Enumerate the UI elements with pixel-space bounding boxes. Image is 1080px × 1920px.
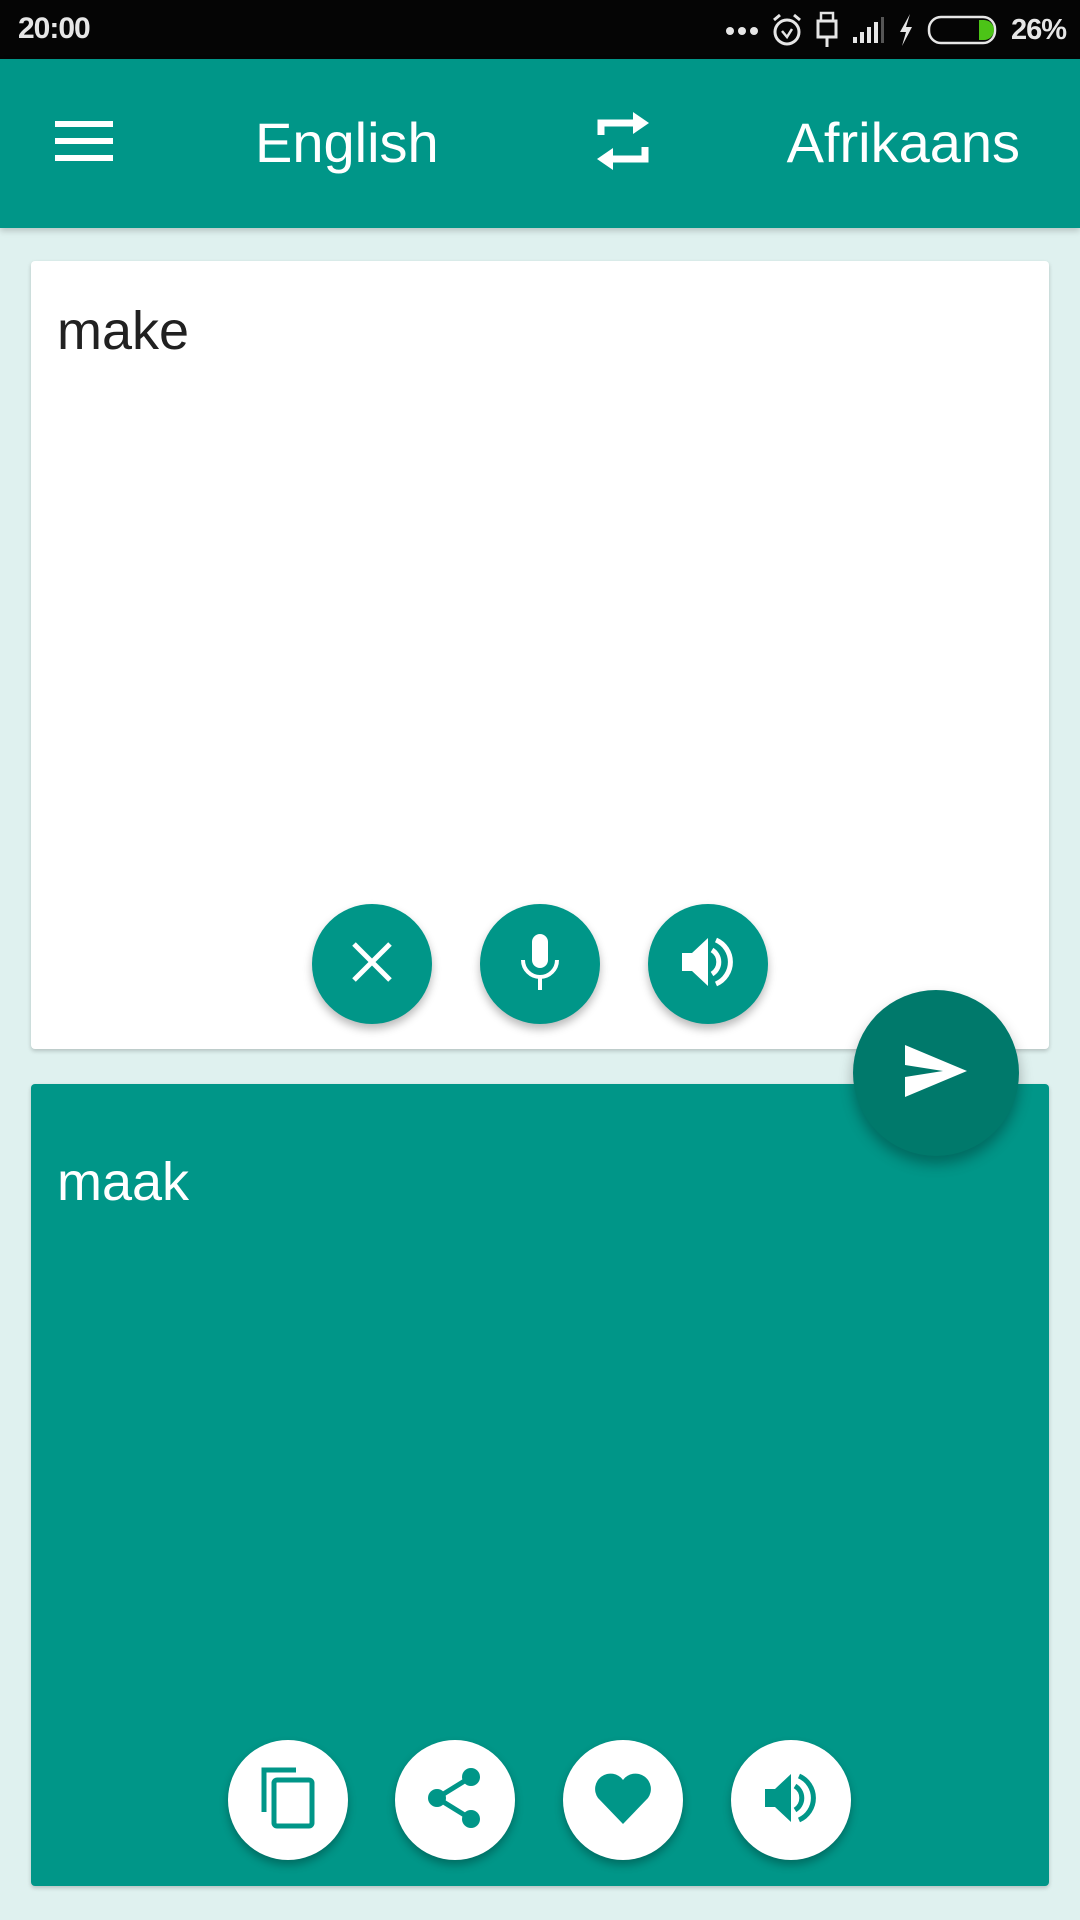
status-icons: 26% bbox=[725, 8, 1067, 52]
status-time: 20:00 bbox=[18, 12, 91, 45]
microphone-icon bbox=[518, 932, 562, 997]
alarm-icon bbox=[771, 12, 803, 48]
share-button[interactable] bbox=[395, 1740, 515, 1860]
battery-percent: 26% bbox=[1010, 13, 1067, 46]
clear-button[interactable] bbox=[312, 904, 432, 1024]
more-dots-icon bbox=[725, 24, 759, 36]
charging-icon bbox=[897, 13, 915, 47]
close-icon bbox=[350, 940, 394, 989]
speaker-icon bbox=[678, 934, 738, 995]
speaker-icon bbox=[761, 1770, 821, 1831]
favorite-button[interactable] bbox=[563, 1740, 683, 1860]
usb-icon bbox=[815, 11, 839, 49]
swap-languages-icon bbox=[595, 109, 651, 178]
copy-icon bbox=[258, 1766, 318, 1835]
translated-text: maak bbox=[57, 1152, 190, 1212]
swap-languages-button[interactable] bbox=[583, 103, 663, 183]
voice-input-button[interactable] bbox=[480, 904, 600, 1024]
signal-icon bbox=[851, 15, 885, 45]
menu-button[interactable] bbox=[38, 105, 130, 181]
battery-icon bbox=[927, 14, 999, 46]
speak-source-button[interactable] bbox=[648, 904, 768, 1024]
hamburger-menu-icon bbox=[55, 119, 113, 168]
speak-translation-button[interactable] bbox=[731, 1740, 851, 1860]
source-language-selector[interactable]: English bbox=[255, 111, 439, 175]
target-language-selector[interactable]: Afrikaans bbox=[787, 111, 1020, 175]
share-icon bbox=[425, 1767, 485, 1834]
heart-icon bbox=[592, 1770, 654, 1831]
translate-button[interactable] bbox=[853, 990, 1019, 1156]
output-card: maak bbox=[31, 1084, 1049, 1886]
copy-button[interactable] bbox=[228, 1740, 348, 1860]
input-card: make bbox=[31, 261, 1049, 1049]
status-bar: 20:00 26% bbox=[0, 0, 1080, 59]
source-text-input[interactable]: make bbox=[57, 299, 189, 363]
app-bar: English Afrikaans bbox=[0, 59, 1080, 228]
send-icon bbox=[903, 1043, 969, 1104]
